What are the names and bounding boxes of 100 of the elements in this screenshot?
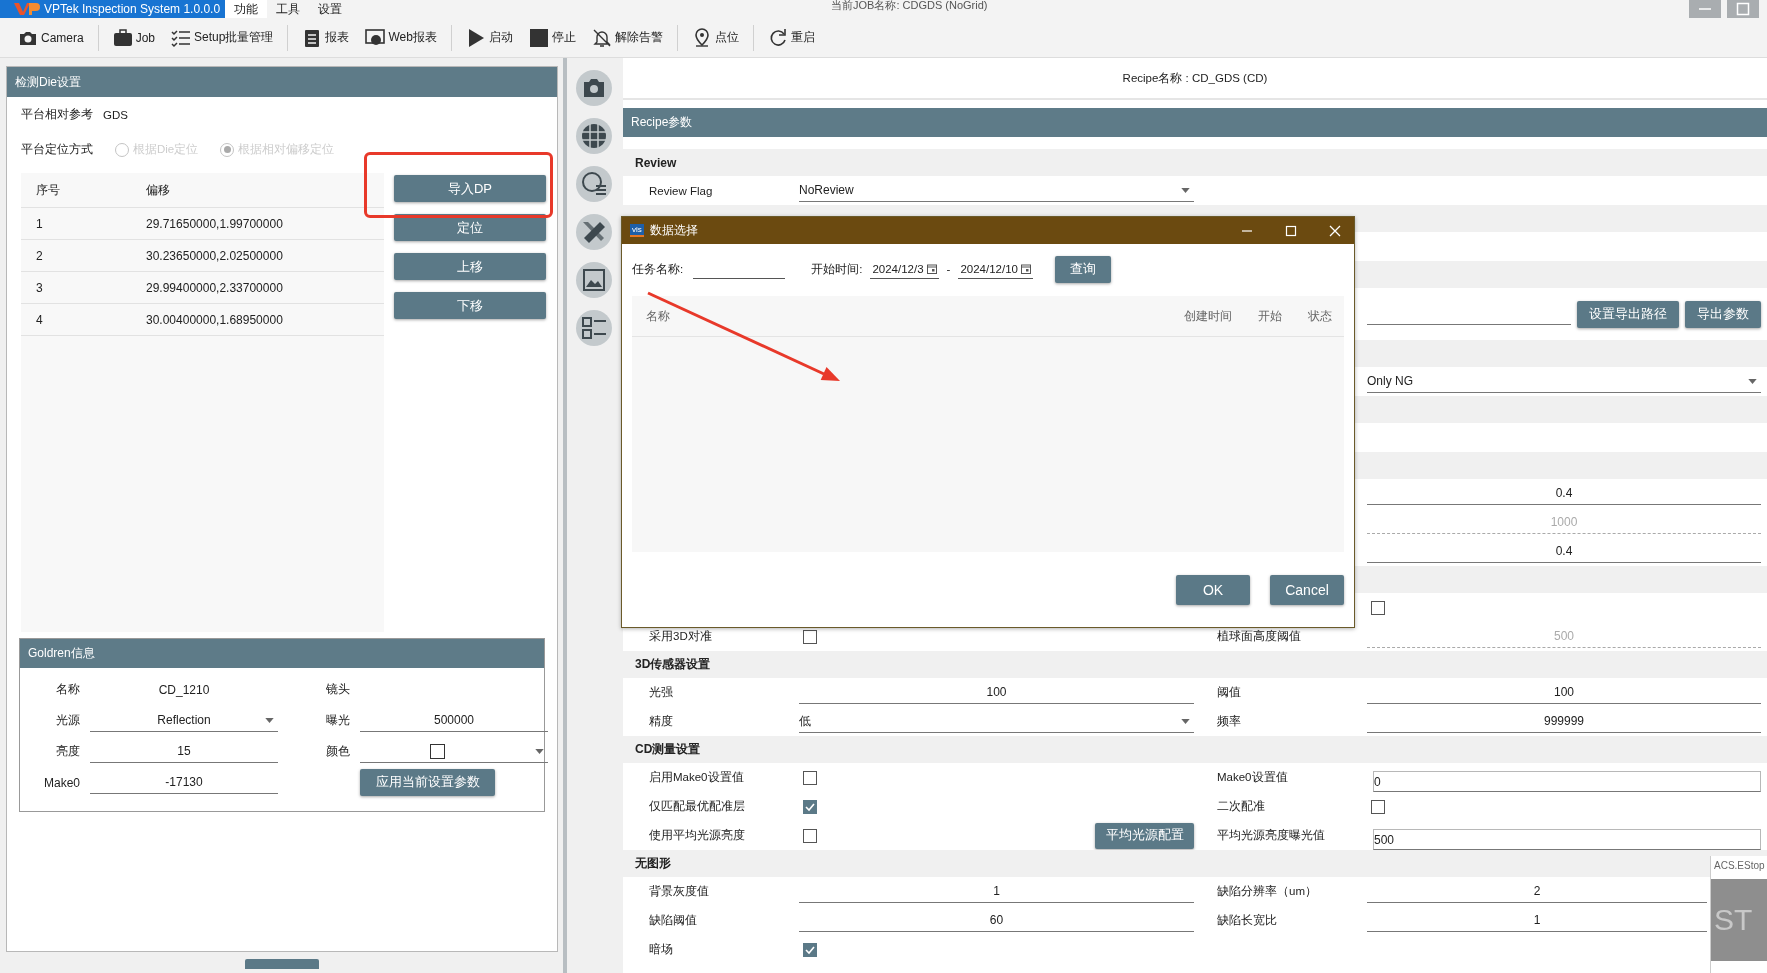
action-button[interactable]: 下移 (394, 292, 546, 319)
input-field[interactable]: 500000 (360, 709, 548, 732)
checkbox[interactable] (803, 799, 817, 814)
column-header: 序号 (35, 181, 61, 199)
field-label: Review Flag (649, 184, 713, 197)
date-field[interactable]: 2024/12/10 (958, 259, 1033, 279)
toolbar-button[interactable]: Web报表 (357, 23, 445, 52)
input-field[interactable]: 1 (799, 880, 1194, 903)
reference-value: GDS (103, 108, 128, 121)
table-cell-text: 1 (35, 216, 44, 231)
toolbar-button[interactable]: 报表 (294, 23, 358, 52)
panel-header: 检测Die设置 (7, 67, 557, 97)
caret-icon (1181, 187, 1190, 193)
toolbar-button[interactable]: 重启 (759, 23, 823, 52)
calendar-icon (926, 263, 937, 274)
table-cell-text: 30.00400000,1.68950000 (145, 312, 283, 327)
toolbar-button[interactable]: 停止 (520, 23, 584, 52)
checkbox[interactable] (1371, 799, 1385, 814)
menu-item[interactable]: 工具 (267, 0, 309, 18)
image-icon[interactable] (576, 262, 612, 298)
maximize-icon (1736, 2, 1750, 16)
dropdown[interactable]: Only NG (1367, 370, 1761, 393)
close-icon (1329, 224, 1341, 237)
toolbar-button[interactable]: Camera (10, 23, 92, 52)
field-label: 光源 (56, 713, 80, 727)
menu-item[interactable]: 功能 (225, 0, 267, 18)
input-field[interactable]: 1 (1367, 909, 1707, 932)
action-button[interactable]: 上移 (394, 253, 546, 280)
checkbox[interactable] (803, 770, 817, 785)
stop-icon (528, 27, 549, 48)
logo-icon (14, 2, 40, 16)
column-header: 开始 (1258, 308, 1282, 324)
input-field[interactable]: 100 (799, 681, 1194, 704)
field-label: 植球面高度阈值 (1217, 630, 1301, 642)
dialog-button[interactable]: OK (1176, 574, 1250, 605)
toolbar-button[interactable]: 点位 (683, 23, 747, 52)
toolbar-button[interactable]: Job (104, 23, 164, 52)
section-header: Review (623, 149, 1767, 176)
field-label: 使用平均光源亮度 (649, 829, 745, 841)
globe-icon[interactable] (576, 118, 612, 154)
field-label: 阈值 (1217, 686, 1241, 698)
dropdown[interactable]: Reflection (90, 709, 278, 732)
date-field[interactable]: 2024/12/3 (870, 259, 939, 279)
panel-header: Recipe参数 (623, 108, 1767, 137)
input-field[interactable]: 0 (1373, 771, 1761, 792)
dialog-button[interactable]: Cancel (1270, 574, 1344, 605)
table-cell-text: 4 (35, 312, 44, 327)
name-value: CD_1210 (157, 682, 211, 697)
column-header: 状态 (1308, 308, 1332, 324)
bell-off-icon (591, 27, 612, 48)
toolbar-button[interactable]: 启动 (457, 23, 521, 52)
table-row[interactable]: 2 30.23650000,2.02500000 (21, 240, 384, 272)
checkbox[interactable] (803, 629, 817, 644)
table-cell-text: 30.23650000,2.02500000 (145, 248, 283, 263)
dropdown[interactable]: 低 (799, 710, 1194, 733)
export-button[interactable]: 设置导出路径 (1577, 300, 1679, 328)
input-field[interactable]: 2 (1367, 880, 1707, 903)
checkbox[interactable] (803, 828, 817, 843)
input-field[interactable]: 0.4 (1367, 540, 1761, 563)
input-field[interactable]: 100 (1367, 681, 1761, 704)
field-label: 暗场 (649, 943, 673, 955)
table-row[interactable]: 4 30.00400000,1.68950000 (21, 304, 384, 336)
apply-button[interactable]: 应用当前设置参数 (360, 769, 495, 796)
light-config-button[interactable]: 平均光源配置 (1095, 822, 1194, 849)
input-field[interactable]: -17130 (90, 771, 278, 794)
input-field[interactable]: 15 (90, 740, 278, 763)
input-field[interactable]: 60 (799, 909, 1194, 932)
export-button[interactable]: 导出参数 (1685, 300, 1761, 328)
dropdown[interactable]: NoReview (799, 179, 1194, 202)
field-label: 背景灰度值 (649, 885, 709, 897)
input-field[interactable]: 500 (1373, 829, 1761, 850)
caret-icon (265, 717, 274, 723)
checklist-icon[interactable] (576, 310, 612, 346)
group-header: Goldren信息 (20, 639, 544, 668)
checkbox[interactable] (1371, 600, 1385, 615)
toolbar-button[interactable]: Setup批量管理 (163, 23, 282, 52)
action-button[interactable]: 定位 (394, 214, 546, 241)
field-label: 镜头 (326, 682, 350, 696)
action-button[interactable]: 导入DP (394, 175, 546, 202)
camera-icon[interactable] (576, 70, 612, 106)
checkbox[interactable] (803, 942, 817, 957)
app-title: VPTek Inspection System 1.0.0.0 (44, 2, 221, 16)
table-row[interactable]: 1 29.71650000,1.99700000 (21, 208, 384, 240)
toolbar-button[interactable]: 解除告警 (583, 23, 671, 52)
color-swatch (430, 743, 445, 759)
table-cell-text: 29.99400000,2.33700000 (145, 280, 283, 295)
field-label: 任务名称: (632, 261, 684, 277)
field-label: 频率 (1217, 715, 1241, 727)
menu-item[interactable]: 设置 (309, 0, 351, 18)
dialog-title: 数据选择 (649, 222, 698, 239)
query-button[interactable]: 查询 (1055, 255, 1111, 283)
input-field[interactable]: 999999 (1367, 710, 1761, 733)
field-label: 亮度 (56, 744, 80, 758)
table-row[interactable]: 3 29.99400000,2.33700000 (21, 272, 384, 304)
field-label: 缺陷分辨率（um） (1217, 885, 1317, 897)
field-label: 平台定位方式 (21, 142, 93, 157)
input-field[interactable]: 0.4 (1367, 482, 1761, 505)
checklist-icon (171, 27, 192, 48)
field-label: 缺陷长宽比 (1217, 914, 1277, 926)
monitor-icon (365, 27, 386, 48)
